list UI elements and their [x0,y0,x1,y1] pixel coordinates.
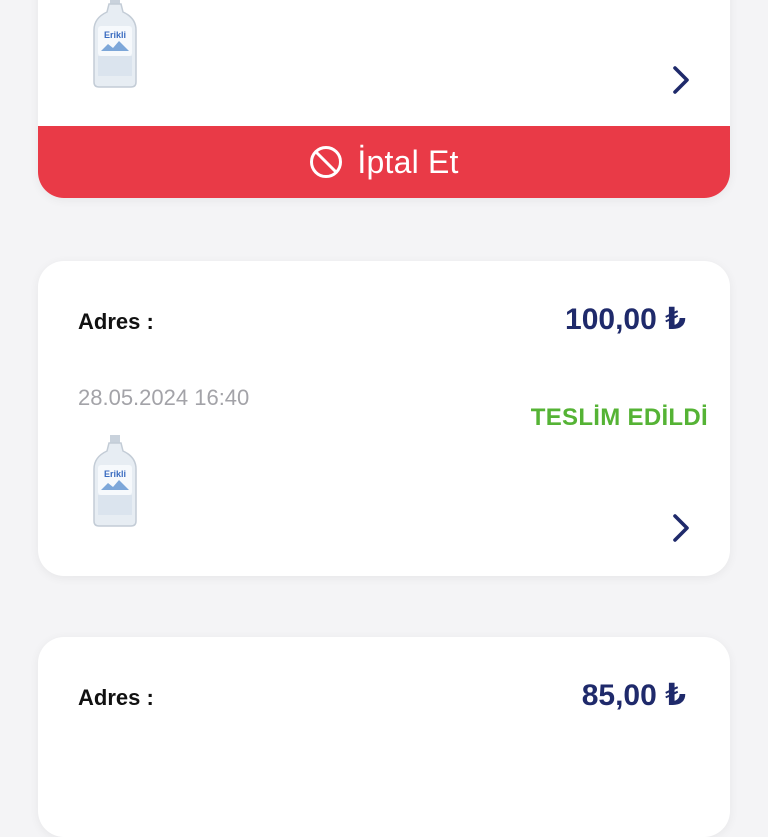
address-label: Adres : [78,685,154,710]
svg-text:Erikli: Erikli [104,469,126,479]
status-badge: TESLİM EDİLDİ [530,404,708,431]
water-bottle-icon: Erikli [92,435,138,527]
order-card[interactable]: Adres : 85,00 ₺ [38,637,730,837]
chevron-right-icon[interactable] [670,65,692,95]
order-price: 85,00 ₺ [581,679,686,712]
cancel-order-button[interactable]: İptal Et [38,126,730,198]
water-bottle-icon: Erikli [92,0,138,88]
ban-icon [310,146,343,178]
order-card[interactable]: Adres : 100,00 ₺ 28.05.2024 16:40 TESLİM… [38,261,730,576]
order-card[interactable]: Erikli İptal Et [38,0,730,198]
svg-text:Erikli: Erikli [104,30,126,40]
cancel-label: İptal Et [357,143,459,180]
address-label: Adres : [78,309,154,334]
order-price: 100,00 ₺ [565,303,686,336]
order-date: 28.05.2024 16:40 [78,385,250,410]
chevron-right-icon[interactable] [670,513,692,543]
